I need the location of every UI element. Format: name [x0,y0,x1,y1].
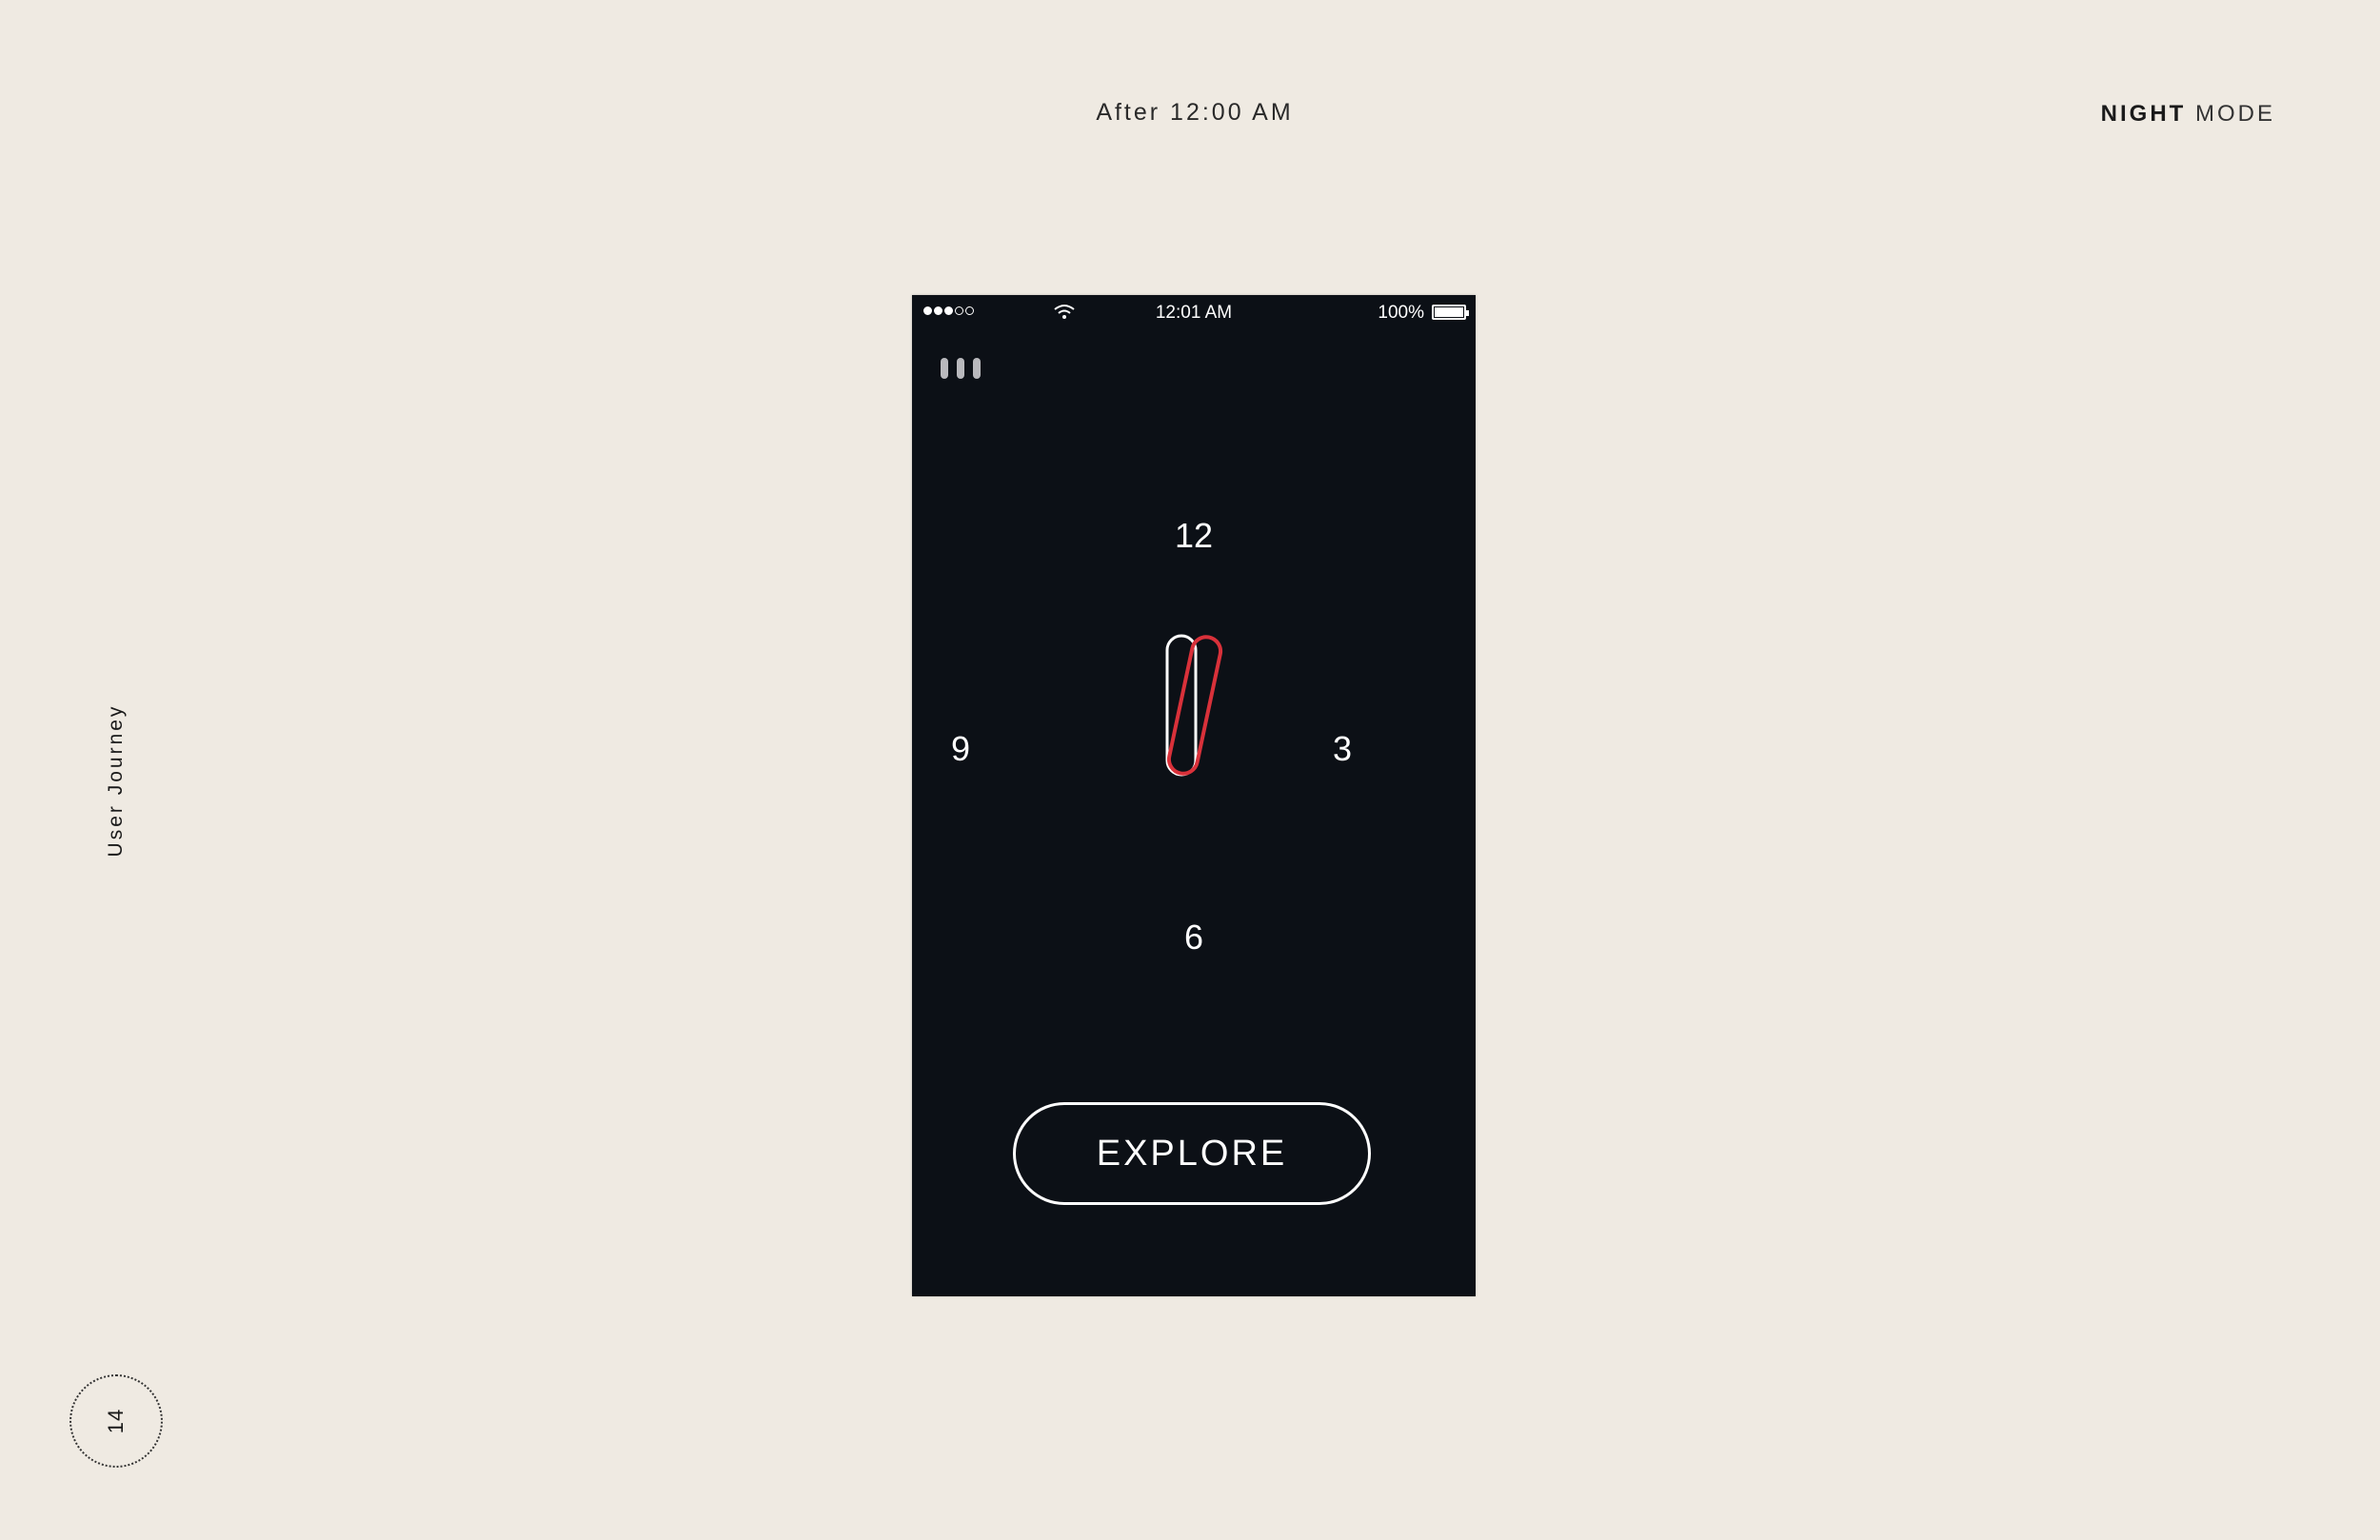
menu-bars-icon[interactable] [941,358,988,383]
dial-number-3: 3 [1332,729,1353,768]
battery-percent: 100% [1378,303,1424,323]
mode-label-light: MODE [2195,101,2275,127]
dial-number-12: 12 [1174,516,1214,555]
mode-label-strong: NIGHT [2100,101,2187,127]
phone-screen: 12:01 AM 100% 12 9 3 6 EXPLORE [912,295,1476,1296]
battery-icon [1432,305,1469,320]
clock-hands-icon[interactable] [1156,624,1241,786]
page-number-badge: 14 [69,1374,163,1468]
section-label: User Journey [105,703,127,858]
mode-label: NIGHT MODE [2101,101,2275,128]
dial-number-6: 6 [1183,918,1204,957]
page-number: 14 [103,1408,128,1434]
status-bar: 12:01 AM 100% [912,295,1476,329]
explore-button[interactable]: EXPLORE [1013,1102,1371,1205]
dial-number-9: 9 [950,729,971,768]
time-caption: After 12:00 AM [1096,99,1294,126]
presentation-page: After 12:00 AM NIGHT MODE User Journey 1… [0,0,2380,1540]
